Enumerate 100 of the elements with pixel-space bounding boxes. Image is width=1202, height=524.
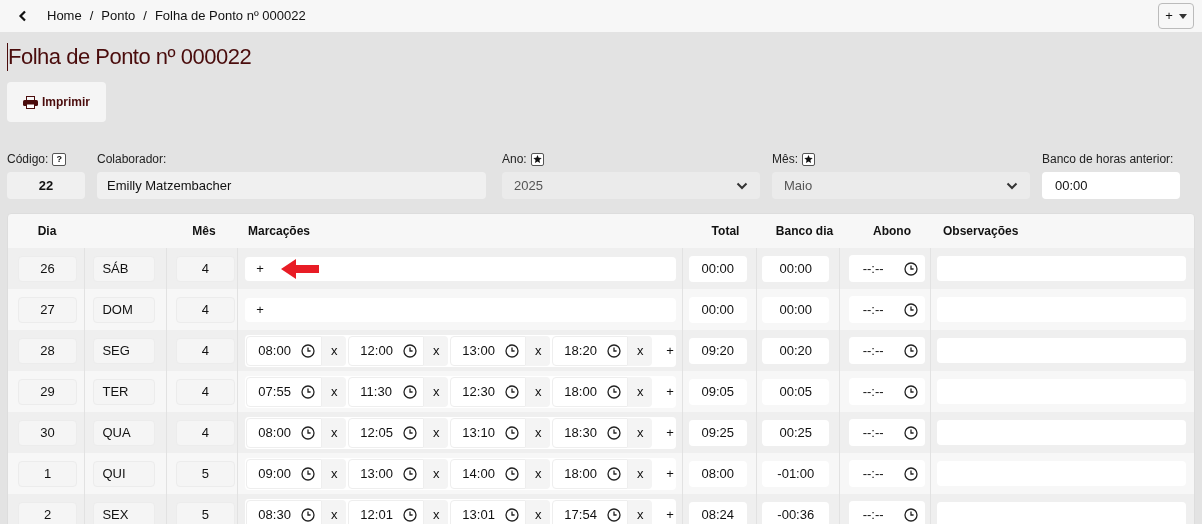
clock-icon xyxy=(505,425,520,440)
time-input[interactable]: 18:00 xyxy=(552,458,629,489)
column-header: Banco dia xyxy=(775,223,834,240)
remove-button[interactable]: x xyxy=(424,458,449,489)
markings-field[interactable]: 07:55 x 11:30 x 12:30 x 18:00 x + xyxy=(245,375,677,408)
select-field[interactable]: 2025 xyxy=(502,172,760,199)
markings-field[interactable]: 09:00 x 13:00 x 14:00 x 18:00 x + xyxy=(245,457,677,490)
time-input[interactable]: 18:00 xyxy=(552,376,629,407)
column-header: Observações xyxy=(943,223,1019,240)
remove-button[interactable]: x xyxy=(424,376,449,407)
time-input[interactable]: 08:00 xyxy=(246,335,323,366)
remove-button[interactable]: x xyxy=(322,417,347,448)
remove-button[interactable]: x xyxy=(322,458,347,489)
markings-field[interactable]: 08:30 x 12:01 x 13:01 x 17:54 x + xyxy=(245,498,677,524)
remove-button[interactable]: x xyxy=(628,376,653,407)
clock-icon xyxy=(403,384,418,399)
time-input[interactable]: 08:00 xyxy=(246,417,323,448)
allowance-field[interactable]: --:-- xyxy=(848,501,925,524)
time-input[interactable]: 17:54 xyxy=(552,499,629,524)
remove-button[interactable]: x xyxy=(526,335,551,366)
printer-icon xyxy=(23,95,38,109)
clock-icon xyxy=(403,343,418,358)
hours-bank-field[interactable]: 00:00 xyxy=(1042,172,1180,199)
time-input[interactable]: 14:00 xyxy=(450,458,527,489)
remove-button[interactable]: x xyxy=(628,417,653,448)
clock-icon xyxy=(903,466,918,481)
day-cell: 27 xyxy=(18,296,77,323)
time-input[interactable]: 07:55 xyxy=(246,376,323,407)
allowance-field[interactable]: --:-- xyxy=(848,460,925,487)
remove-button[interactable]: x xyxy=(322,499,347,524)
breadcrumb-separator: / xyxy=(143,7,147,26)
clock-icon xyxy=(903,507,918,522)
total-cell: 08:00 xyxy=(688,460,747,487)
remove-button[interactable]: x xyxy=(628,335,653,366)
caret-icon xyxy=(1178,13,1187,19)
allowance-field[interactable]: --:-- xyxy=(848,419,925,446)
weekday-cell: SEG xyxy=(93,337,156,364)
remove-button[interactable]: x xyxy=(526,417,551,448)
clock-icon xyxy=(505,507,520,522)
column-header: Abono xyxy=(873,223,911,240)
allowance-field[interactable]: --:-- xyxy=(848,378,925,405)
clock-icon xyxy=(301,343,316,358)
collaborator-field[interactable]: Emilly Matzembacher xyxy=(97,172,486,199)
clock-icon xyxy=(903,261,918,276)
allowance-field[interactable]: --:-- xyxy=(848,296,925,323)
remove-button[interactable]: x xyxy=(424,417,449,448)
time-input[interactable]: 13:00 xyxy=(450,335,527,366)
clock-icon xyxy=(301,425,316,440)
markings-field[interactable]: 08:00 x 12:05 x 13:10 x 18:30 x + xyxy=(245,416,677,449)
month-cell: 4 xyxy=(175,255,235,282)
remove-button[interactable]: x xyxy=(628,458,653,489)
weekday-cell: SEX xyxy=(93,501,156,524)
markings-field[interactable]: 08:00 x 12:00 x 13:00 x 18:20 x + xyxy=(245,334,677,367)
time-input[interactable]: 08:30 xyxy=(246,499,323,524)
remove-button[interactable]: x xyxy=(526,376,551,407)
time-input[interactable]: 09:00 xyxy=(246,458,323,489)
total-cell: 09:05 xyxy=(688,378,747,405)
clock-icon xyxy=(607,507,622,522)
clock-icon xyxy=(607,425,622,440)
allowance-field[interactable]: --:-- xyxy=(848,337,925,364)
time-input[interactable]: 13:10 xyxy=(450,417,527,448)
allowance-field[interactable]: --:-- xyxy=(848,255,925,282)
remove-button[interactable]: x xyxy=(424,335,449,366)
markings-field[interactable]: + xyxy=(245,297,677,322)
breadcrumb-link[interactable]: Ponto xyxy=(101,6,136,26)
add-button[interactable]: + xyxy=(246,258,274,279)
remove-button[interactable]: x xyxy=(526,458,551,489)
page-title: Folha de Ponto nº 000022 xyxy=(7,43,252,71)
remove-button[interactable]: x xyxy=(322,335,347,366)
add-menu-button[interactable]: + xyxy=(1158,3,1194,29)
time-input[interactable]: 18:30 xyxy=(552,417,629,448)
time-input[interactable]: 12:00 xyxy=(348,335,425,366)
remove-button[interactable]: x xyxy=(628,499,653,524)
code-field: 22 xyxy=(7,172,85,199)
month-cell: 4 xyxy=(175,378,235,405)
day-cell: 26 xyxy=(18,255,77,282)
breadcrumb-link[interactable]: Home xyxy=(47,6,82,26)
day-balance-cell: -01:00 xyxy=(762,460,830,487)
time-input[interactable]: 11:30 xyxy=(348,376,425,407)
day-balance-cell: 00:05 xyxy=(762,378,830,405)
remove-button[interactable]: x xyxy=(526,499,551,524)
back-icon[interactable] xyxy=(18,10,28,22)
help-badge: ? xyxy=(52,152,66,166)
markings-field[interactable]: + xyxy=(245,256,677,281)
clock-icon xyxy=(403,425,418,440)
time-input[interactable]: 13:00 xyxy=(348,458,425,489)
time-input[interactable]: 18:20 xyxy=(552,335,629,366)
remove-button[interactable]: x xyxy=(424,499,449,524)
column-header: Marcações xyxy=(248,223,311,240)
month-cell: 4 xyxy=(175,296,235,323)
time-input[interactable]: 12:01 xyxy=(348,499,425,524)
time-input[interactable]: 12:30 xyxy=(450,376,527,407)
add-button[interactable]: + xyxy=(246,299,274,320)
month-cell: 4 xyxy=(175,419,235,446)
time-input[interactable]: 12:05 xyxy=(348,417,425,448)
print-button[interactable]: Imprimir xyxy=(7,82,106,122)
select-field[interactable]: Maio xyxy=(772,172,1030,199)
month-cell: 5 xyxy=(175,460,235,487)
remove-button[interactable]: x xyxy=(322,376,347,407)
time-input[interactable]: 13:01 xyxy=(450,499,527,524)
